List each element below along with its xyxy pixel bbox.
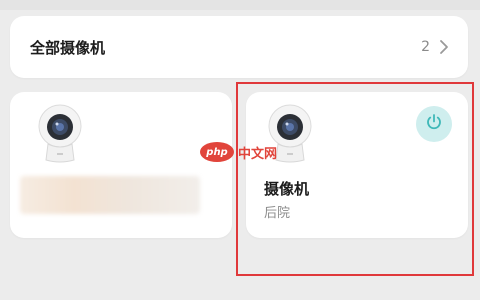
security-camera-icon xyxy=(36,104,84,166)
chevron-right-icon xyxy=(438,39,450,55)
watermark-logo-text: php xyxy=(206,146,228,158)
all-cameras-title: 全部摄像机 xyxy=(30,38,106,57)
device-card-blurred[interactable] xyxy=(10,92,232,238)
highlight-box xyxy=(236,82,474,276)
camera-count: 2 xyxy=(421,39,430,55)
all-cameras-row[interactable]: 全部摄像机 2 xyxy=(10,16,468,78)
watermark-text: 中文网 xyxy=(238,146,278,162)
watermark: php 中文网 xyxy=(200,140,284,164)
top-edge xyxy=(0,0,480,10)
device-name-blurred xyxy=(20,176,200,214)
watermark-logo: php xyxy=(200,142,234,162)
